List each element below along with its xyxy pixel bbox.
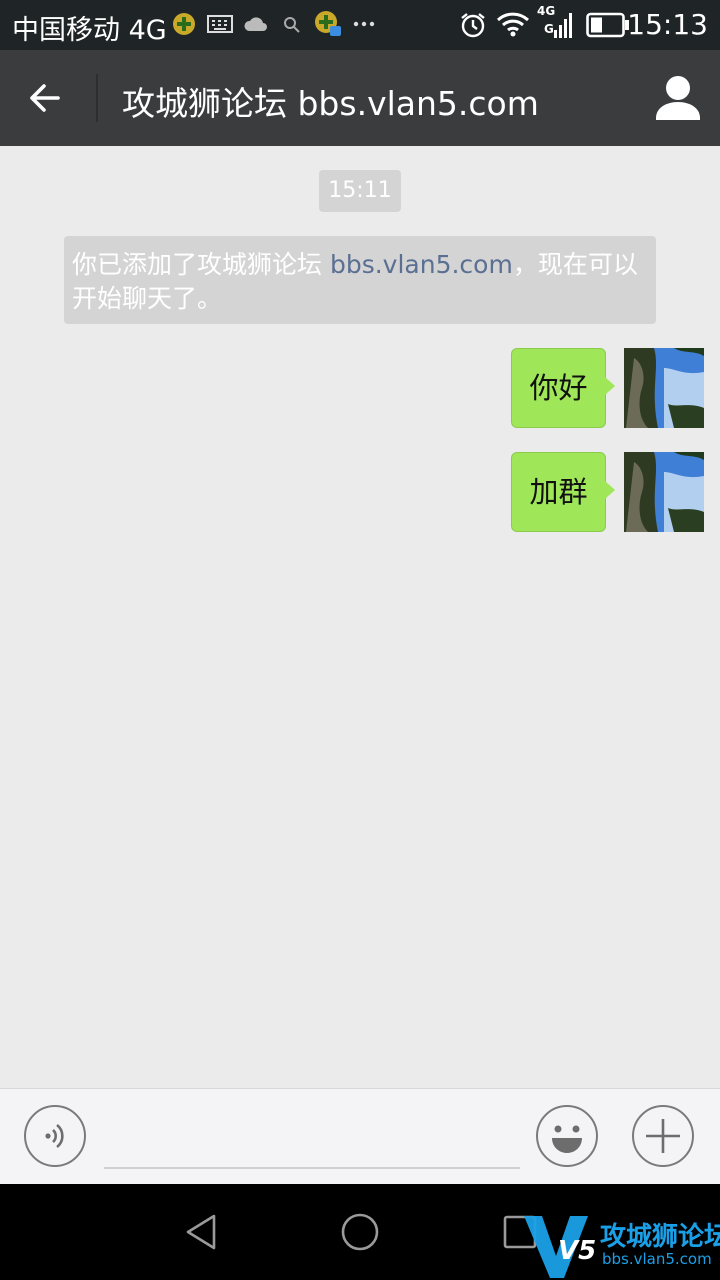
timestamp-pill: 15:11 [319, 170, 401, 212]
watermark-title: 攻城狮论坛 [600, 1222, 720, 1252]
avatar-image [624, 348, 704, 428]
alarm-icon [461, 13, 485, 38]
status-bar: 中国移动 4G 4G G 15:13 [0, 0, 720, 50]
back-arrow-icon [30, 84, 60, 112]
chat-title: 攻城狮论坛 bbs.vlan5.com [122, 84, 539, 123]
system-message-link[interactable]: bbs.vlan5.com [330, 250, 513, 279]
avatar[interactable] [624, 348, 704, 428]
system-message-text: 你已添加了攻城狮论坛 [72, 250, 330, 279]
signal-icon [554, 13, 572, 38]
voice-button[interactable] [24, 1105, 86, 1167]
input-bar [0, 1088, 720, 1184]
plus-icon [646, 1119, 680, 1153]
watermark-logo-text: V5 [558, 1236, 597, 1266]
back-button[interactable] [22, 74, 74, 122]
more-icon [353, 21, 375, 27]
message-input[interactable] [104, 1119, 524, 1165]
message-bubble[interactable]: 你好 [511, 348, 615, 428]
app-badge-icon [315, 11, 341, 36]
system-message: 你已添加了攻城狮论坛 bbs.vlan5.com，现在可以开始聊天了。 [64, 236, 656, 324]
watermark: V5 攻城狮论坛 bbs.vlan5.com [520, 1194, 720, 1280]
nav-home-icon[interactable] [338, 1210, 382, 1254]
keyboard-icon [207, 15, 233, 33]
cloud-icon [244, 17, 267, 31]
search-icon [284, 17, 300, 33]
nav-back-icon[interactable] [180, 1210, 224, 1254]
status-clock: 15:13 [627, 8, 708, 41]
appbar-divider [96, 74, 98, 122]
smiley-icon [552, 1125, 582, 1153]
emoji-button[interactable] [536, 1105, 598, 1167]
avatar[interactable] [624, 452, 704, 532]
voice-icon [45, 1123, 64, 1149]
battery-icon [586, 12, 629, 38]
app-notification-icon [173, 13, 195, 35]
carrier-label: 中国移动 4G [12, 15, 167, 46]
watermark-subtitle: bbs.vlan5.com [602, 1250, 712, 1268]
wifi-icon [496, 12, 530, 37]
avatar-image [624, 452, 704, 532]
message-bubble[interactable]: 加群 [511, 452, 615, 532]
more-options-button[interactable] [632, 1105, 694, 1167]
person-icon [656, 76, 700, 120]
app-bar: 攻城狮论坛 bbs.vlan5.com [0, 50, 720, 146]
profile-button[interactable] [654, 72, 702, 124]
input-underline [104, 1167, 520, 1169]
system-nav-bar: V5 攻城狮论坛 bbs.vlan5.com [0, 1184, 720, 1280]
